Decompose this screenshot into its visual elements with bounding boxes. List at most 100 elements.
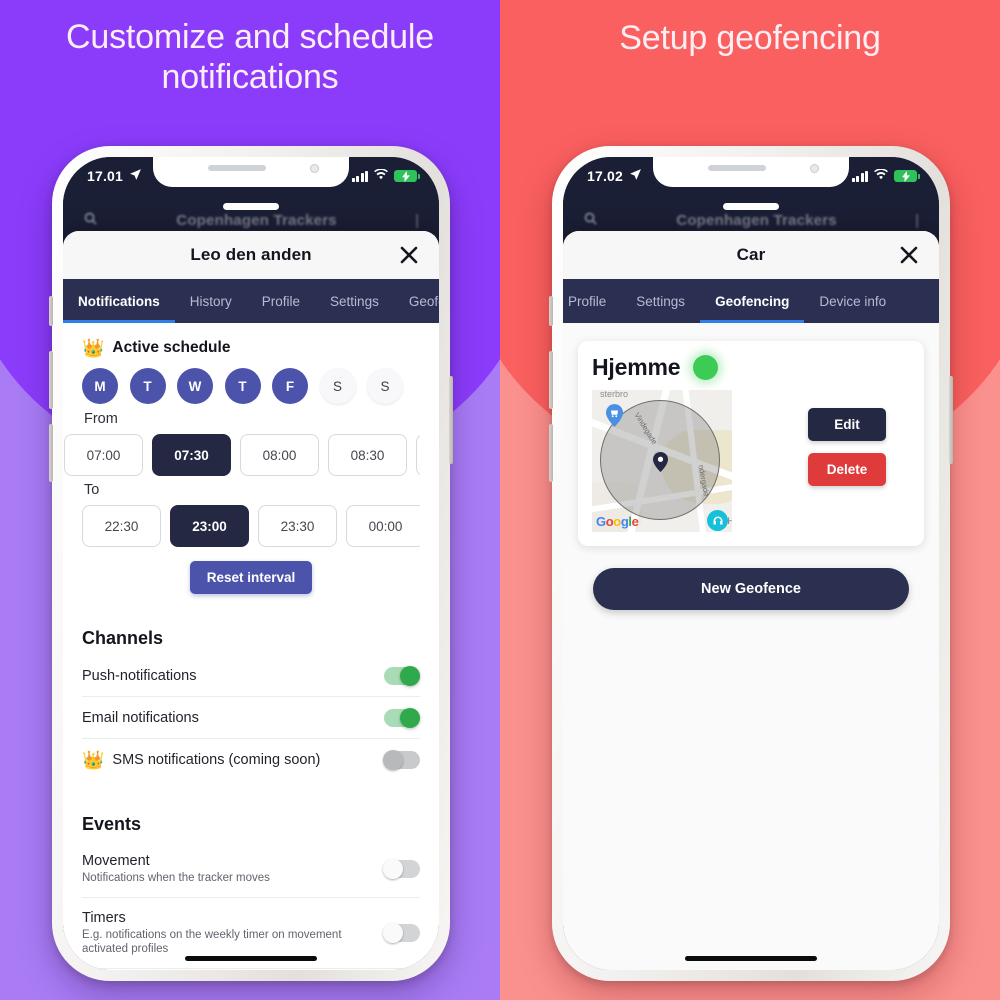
power-button[interactable] [949, 376, 953, 464]
chip-label: 07:00 [86, 447, 121, 463]
movement-toggle[interactable] [383, 859, 420, 880]
day-label: S [380, 378, 390, 394]
close-icon[interactable] [397, 243, 421, 267]
event-description: Notifications when the tracker moves [82, 872, 270, 884]
wifi-icon [374, 167, 388, 185]
map-pin-icon [653, 452, 668, 477]
map-poi-label: H [727, 516, 733, 526]
events-heading: Events [82, 814, 142, 834]
geofence-title-row: Hjemme [592, 354, 910, 381]
chip-label: 00:00 [368, 518, 403, 534]
channel-label: Push-notifications [82, 668, 197, 684]
day-toggle-sun[interactable]: S [367, 368, 403, 404]
map-poi-badge [707, 510, 728, 531]
tab-geofencing[interactable]: Geofencing [700, 279, 805, 323]
toggle-knob [383, 859, 403, 880]
right-tab-bar: History Profile Settings Geofencing Devi… [563, 279, 939, 323]
geofence-card: Hjemme sterbro Vindegade ndergade Google… [578, 341, 924, 546]
front-camera [810, 164, 819, 173]
tab-settings[interactable]: Settings [621, 279, 700, 323]
to-time-chip[interactable]: 23:30 [258, 505, 337, 547]
right-background-app-title: Copenhagen Trackers [676, 211, 837, 229]
home-indicator[interactable] [185, 956, 317, 961]
cellular-bars-icon [852, 170, 868, 182]
to-time-chip[interactable]: 00:00 [346, 505, 420, 547]
left-background-app-title: Copenhagen Trackers [176, 211, 337, 229]
power-button[interactable] [449, 376, 453, 464]
toggle-knob [383, 923, 403, 944]
right-headline: Setup geofencing [619, 19, 881, 57]
to-time-chip[interactable]: 22:30 [82, 505, 161, 547]
left-tab-bar: Notifications History Profile Settings G… [63, 279, 439, 323]
screenshot-stage: Customize and schedule notifications Cop… [0, 0, 1000, 1000]
chip-label: 08:30 [350, 447, 385, 463]
tab-history[interactable]: History [175, 279, 247, 323]
edit-geofence-button[interactable]: Edit [808, 408, 886, 441]
volume-down-button[interactable] [549, 424, 553, 482]
from-time-list[interactable]: 07:00 07:30 08:00 08:30 09:00 [64, 434, 420, 476]
silent-switch[interactable] [549, 296, 553, 326]
from-label: From [84, 411, 118, 427]
tab-notifications[interactable]: Notifications [63, 279, 175, 323]
tab-profile[interactable]: Profile [247, 279, 315, 323]
day-toggle-wed[interactable]: W [177, 368, 213, 404]
event-label: Timers [82, 909, 126, 926]
day-toggle-tue[interactable]: T [129, 368, 166, 404]
tab-settings[interactable]: Settings [315, 279, 394, 323]
notch [153, 157, 349, 187]
day-label: T [143, 378, 152, 394]
volume-down-button[interactable] [49, 424, 53, 482]
geofence-name: Hjemme [592, 354, 681, 380]
day-label: T [238, 378, 247, 394]
tab-geofencing[interactable]: Geofencing [394, 279, 439, 323]
wifi-icon [874, 167, 888, 185]
timers-toggle[interactable] [383, 923, 420, 944]
geofence-map-thumbnail[interactable]: sterbro Vindegade ndergade Google H [592, 390, 732, 532]
from-time-chip-selected[interactable]: 07:30 [152, 434, 231, 476]
day-toggle-mon[interactable]: M [82, 368, 118, 404]
day-toggle-fri[interactable]: F [272, 368, 308, 404]
sheet-grabber[interactable] [223, 203, 279, 210]
from-time-chip[interactable]: 07:00 [64, 434, 143, 476]
reset-interval-row: Reset interval [82, 561, 420, 594]
sms-notifications-toggle[interactable] [383, 750, 420, 770]
silent-switch[interactable] [49, 296, 53, 326]
battery-charging-icon [394, 170, 420, 182]
left-headline: Customize and schedule notifications [66, 18, 434, 96]
home-indicator[interactable] [685, 956, 817, 961]
new-geofence-row: New Geofence [578, 568, 924, 610]
day-toggle-sat[interactable]: S [319, 368, 356, 404]
right-sheet-title: Car [736, 245, 766, 264]
tab-device-info[interactable]: Device info [804, 279, 901, 323]
to-time-list[interactable]: 22:30 23:00 23:30 00:00 [82, 505, 420, 547]
tab-label: History [189, 293, 232, 309]
day-toggle-thu[interactable]: T [224, 368, 261, 404]
tab-label: Profile [261, 293, 301, 309]
volume-up-button[interactable] [549, 351, 553, 409]
chip-label: 23:30 [280, 518, 315, 534]
sheet-grabber[interactable] [723, 203, 779, 210]
geofence-action-buttons: Edit Delete [808, 408, 886, 486]
left-status-time: 17.01 [87, 168, 124, 184]
new-geofence-button[interactable]: New Geofence [593, 568, 909, 610]
chip-label: 23:00 [192, 518, 227, 534]
right-modal-sheet: Car History Profile Settings Geofencing … [563, 231, 939, 970]
tab-profile[interactable]: Profile [563, 279, 621, 323]
from-time-chip[interactable]: 09:00 [416, 434, 420, 476]
toggle-knob [400, 708, 420, 728]
email-notifications-toggle[interactable] [384, 708, 420, 728]
push-notifications-toggle[interactable] [384, 666, 420, 686]
volume-up-button[interactable] [49, 351, 53, 409]
to-time-chip-selected[interactable]: 23:00 [170, 505, 249, 547]
from-time-chip[interactable]: 08:00 [240, 434, 319, 476]
from-time-chip[interactable]: 08:30 [328, 434, 407, 476]
shop-marker-icon [606, 404, 623, 432]
event-description: E.g. notifications on the weekly timer o… [82, 928, 342, 956]
reset-interval-button[interactable]: Reset interval [189, 561, 313, 594]
earpiece-speaker [208, 165, 266, 171]
close-icon[interactable] [897, 243, 921, 267]
delete-geofence-button[interactable]: Delete [808, 453, 886, 486]
channel-label: Email notifications [82, 710, 199, 726]
channel-row-sms: 👑 SMS notifications (coming soon) [82, 739, 420, 780]
toggle-knob [400, 666, 420, 686]
